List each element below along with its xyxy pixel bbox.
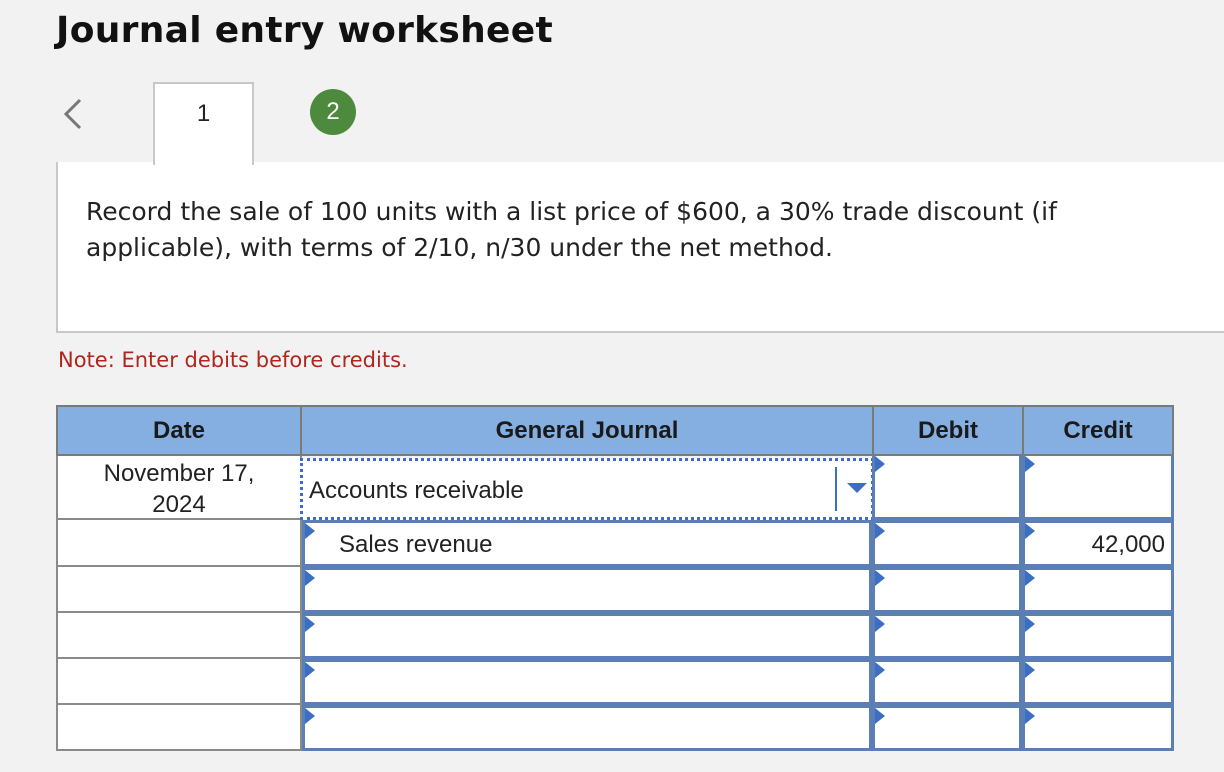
debit-input[interactable] (872, 659, 1022, 705)
debit-input[interactable] (872, 520, 1022, 567)
journal-row (56, 613, 1174, 659)
note-text: Note: Enter debits before credits. (58, 348, 408, 372)
cell-marker-icon (1025, 708, 1035, 724)
account-input[interactable] (302, 705, 872, 751)
credit-input[interactable] (1022, 567, 1174, 613)
debit-input[interactable] (872, 456, 1022, 520)
cell-marker-icon (875, 662, 885, 678)
cell-marker-icon (1025, 570, 1035, 586)
previous-arrow-button[interactable] (60, 96, 88, 132)
credit-input[interactable] (1022, 613, 1174, 659)
date-line-2: 2024 (152, 491, 206, 518)
journal-row (56, 705, 1174, 751)
cell-marker-icon (1025, 456, 1035, 472)
cell-marker-icon (875, 708, 885, 724)
date-cell (56, 659, 302, 705)
tab-1[interactable]: 1 (153, 82, 254, 165)
cell-marker-icon (1025, 616, 1035, 632)
cell-marker-icon (305, 616, 315, 632)
header-general-journal: General Journal (300, 405, 874, 456)
date-cell (56, 705, 302, 751)
account-input[interactable] (302, 613, 872, 659)
account-select[interactable]: Accounts receivable (300, 458, 874, 520)
header-credit: Credit (1022, 405, 1174, 456)
debit-input[interactable] (872, 567, 1022, 613)
account-input[interactable]: Sales revenue (302, 520, 872, 567)
instructions-panel: Record the sale of 100 units with a list… (56, 162, 1224, 333)
cell-marker-icon (1025, 523, 1035, 539)
page-title: Journal entry worksheet (56, 10, 553, 51)
cell-marker-icon (875, 456, 885, 472)
journal-row (56, 659, 1174, 705)
journal-row: November 17, 2024 Accounts receivable (56, 456, 1174, 520)
select-divider (835, 467, 837, 511)
cell-marker-icon (875, 570, 885, 586)
journal-row: Sales revenue 42,000 (56, 520, 1174, 567)
debit-input[interactable] (872, 705, 1022, 751)
credit-input[interactable] (1022, 705, 1174, 751)
cell-marker-icon (875, 523, 885, 539)
date-cell: November 17, 2024 (56, 456, 302, 520)
journal-row (56, 567, 1174, 613)
chevron-left-icon (63, 98, 82, 130)
cell-marker-icon (1025, 662, 1035, 678)
debit-input[interactable] (872, 613, 1022, 659)
cell-marker-icon (305, 523, 315, 539)
credit-input[interactable] (1022, 659, 1174, 705)
account-input[interactable] (302, 567, 872, 613)
cell-marker-icon (305, 708, 315, 724)
date-cell (56, 520, 302, 567)
account-value: Sales revenue (339, 531, 493, 558)
date-cell (56, 613, 302, 659)
credit-input[interactable] (1022, 456, 1174, 520)
account-input[interactable] (302, 659, 872, 705)
dropdown-caret-icon[interactable] (847, 483, 867, 493)
cell-marker-icon (875, 616, 885, 632)
header-date: Date (56, 405, 302, 456)
credit-value: 42,000 (1091, 531, 1165, 558)
instructions-text: Record the sale of 100 units with a list… (86, 197, 1057, 262)
cell-marker-icon (305, 570, 315, 586)
cell-marker-icon (305, 662, 315, 678)
header-debit: Debit (872, 405, 1024, 456)
tab-2[interactable]: 2 (310, 89, 356, 135)
account-select-value: Accounts receivable (309, 477, 524, 504)
date-cell (56, 567, 302, 613)
date-line-1: November 17, (103, 460, 255, 487)
credit-input[interactable]: 42,000 (1022, 520, 1174, 567)
